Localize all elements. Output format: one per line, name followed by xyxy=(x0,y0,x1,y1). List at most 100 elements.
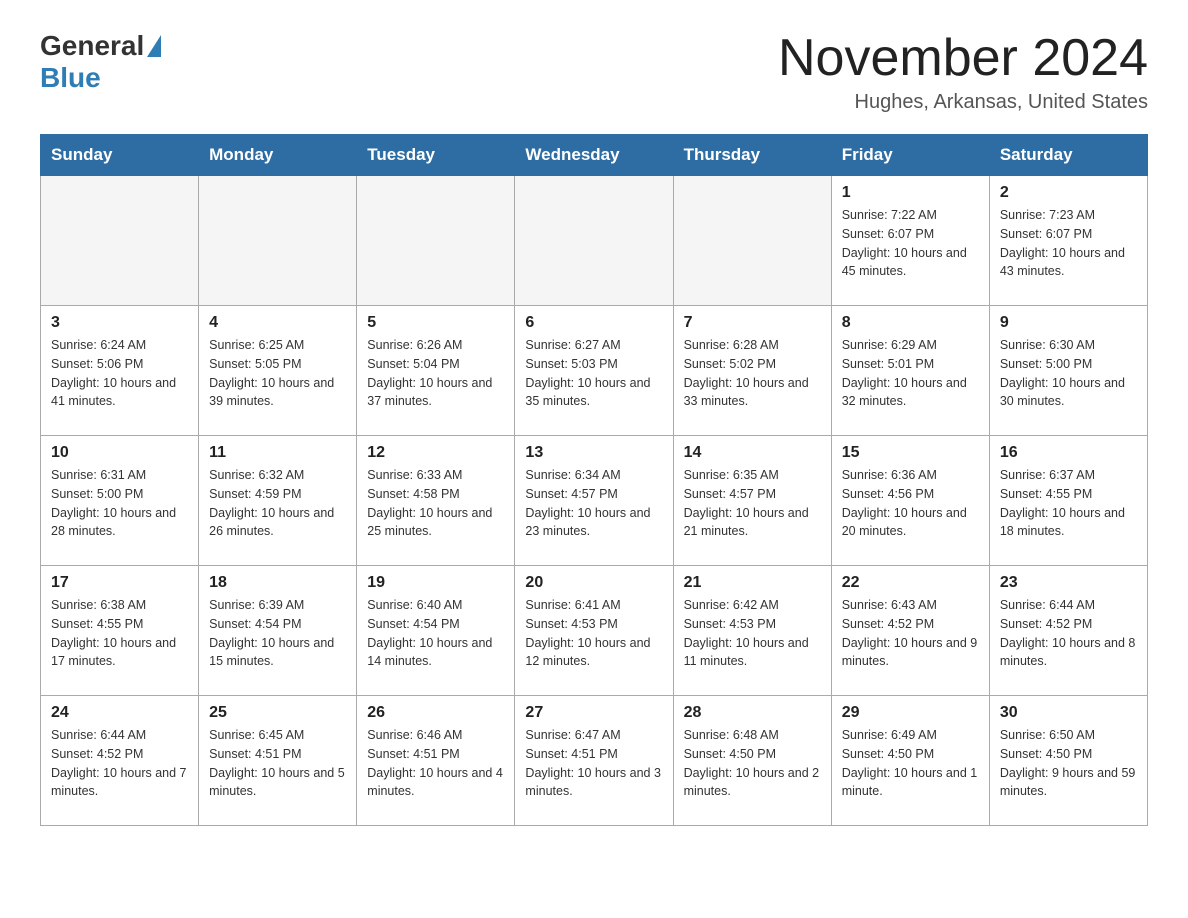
weekday-header-saturday: Saturday xyxy=(989,135,1147,176)
calendar-cell: 29 Sunrise: 6:49 AM Sunset: 4:50 PM Dayli… xyxy=(831,696,989,826)
day-info: Sunrise: 6:38 AM Sunset: 4:55 PM Dayligh… xyxy=(51,596,188,671)
calendar-cell xyxy=(357,176,515,306)
day-info: Sunrise: 6:42 AM Sunset: 4:53 PM Dayligh… xyxy=(684,596,821,671)
day-info: Sunrise: 6:29 AM Sunset: 5:01 PM Dayligh… xyxy=(842,336,979,411)
calendar-week-4: 17 Sunrise: 6:38 AM Sunset: 4:55 PM Dayli… xyxy=(41,566,1148,696)
calendar-cell xyxy=(673,176,831,306)
day-info: Sunrise: 6:35 AM Sunset: 4:57 PM Dayligh… xyxy=(684,466,821,541)
day-info: Sunrise: 7:22 AM Sunset: 6:07 PM Dayligh… xyxy=(842,206,979,281)
day-info: Sunrise: 6:36 AM Sunset: 4:56 PM Dayligh… xyxy=(842,466,979,541)
day-number: 27 xyxy=(525,704,662,722)
day-info: Sunrise: 6:34 AM Sunset: 4:57 PM Dayligh… xyxy=(525,466,662,541)
calendar-title: November 2024 xyxy=(778,30,1148,87)
calendar-cell: 7 Sunrise: 6:28 AM Sunset: 5:02 PM Daylig… xyxy=(673,306,831,436)
title-section: November 2024 Hughes, Arkansas, United S… xyxy=(778,30,1148,114)
day-number: 17 xyxy=(51,574,188,592)
day-number: 24 xyxy=(51,704,188,722)
calendar-cell: 1 Sunrise: 7:22 AM Sunset: 6:07 PM Daylig… xyxy=(831,176,989,306)
day-number: 26 xyxy=(367,704,504,722)
calendar-cell xyxy=(199,176,357,306)
day-number: 1 xyxy=(842,184,979,202)
day-number: 15 xyxy=(842,444,979,462)
calendar-cell: 15 Sunrise: 6:36 AM Sunset: 4:56 PM Dayli… xyxy=(831,436,989,566)
day-number: 11 xyxy=(209,444,346,462)
weekday-header-wednesday: Wednesday xyxy=(515,135,673,176)
day-info: Sunrise: 6:26 AM Sunset: 5:04 PM Dayligh… xyxy=(367,336,504,411)
day-number: 23 xyxy=(1000,574,1137,592)
day-number: 6 xyxy=(525,314,662,332)
day-number: 9 xyxy=(1000,314,1137,332)
weekday-header-thursday: Thursday xyxy=(673,135,831,176)
day-info: Sunrise: 6:48 AM Sunset: 4:50 PM Dayligh… xyxy=(684,726,821,801)
calendar-cell: 2Sunrise: 7:23 AM Sunset: 6:07 PM Daylig… xyxy=(989,176,1147,306)
calendar-cell: 6 Sunrise: 6:27 AM Sunset: 5:03 PM Daylig… xyxy=(515,306,673,436)
day-number: 19 xyxy=(367,574,504,592)
day-info: Sunrise: 6:32 AM Sunset: 4:59 PM Dayligh… xyxy=(209,466,346,541)
calendar-cell: 16 Sunrise: 6:37 AM Sunset: 4:55 PM Dayli… xyxy=(989,436,1147,566)
day-number: 5 xyxy=(367,314,504,332)
calendar-cell: 20 Sunrise: 6:41 AM Sunset: 4:53 PM Dayli… xyxy=(515,566,673,696)
calendar-cell: 25Sunrise: 6:45 AM Sunset: 4:51 PM Dayli… xyxy=(199,696,357,826)
calendar-cell: 8 Sunrise: 6:29 AM Sunset: 5:01 PM Daylig… xyxy=(831,306,989,436)
day-number: 16 xyxy=(1000,444,1137,462)
weekday-header-tuesday: Tuesday xyxy=(357,135,515,176)
day-info: Sunrise: 6:28 AM Sunset: 5:02 PM Dayligh… xyxy=(684,336,821,411)
day-number: 29 xyxy=(842,704,979,722)
day-info: Sunrise: 6:47 AM Sunset: 4:51 PM Dayligh… xyxy=(525,726,662,801)
calendar-body: 1 Sunrise: 7:22 AM Sunset: 6:07 PM Daylig… xyxy=(41,176,1148,826)
day-number: 12 xyxy=(367,444,504,462)
day-info: Sunrise: 6:41 AM Sunset: 4:53 PM Dayligh… xyxy=(525,596,662,671)
day-info: Sunrise: 6:25 AM Sunset: 5:05 PM Dayligh… xyxy=(209,336,346,411)
calendar-cell: 17 Sunrise: 6:38 AM Sunset: 4:55 PM Dayli… xyxy=(41,566,199,696)
calendar-header: SundayMondayTuesdayWednesdayThursdayFrid… xyxy=(41,135,1148,176)
calendar-cell: 24 Sunrise: 6:44 AM Sunset: 4:52 PM Dayli… xyxy=(41,696,199,826)
calendar-cell: 11 Sunrise: 6:32 AM Sunset: 4:59 PM Dayli… xyxy=(199,436,357,566)
day-info: Sunrise: 6:40 AM Sunset: 4:54 PM Dayligh… xyxy=(367,596,504,671)
calendar-cell: 18Sunrise: 6:39 AM Sunset: 4:54 PM Dayli… xyxy=(199,566,357,696)
day-number: 30 xyxy=(1000,704,1137,722)
day-info: Sunrise: 6:24 AM Sunset: 5:06 PM Dayligh… xyxy=(51,336,188,411)
calendar-week-3: 10 Sunrise: 6:31 AM Sunset: 5:00 PM Dayli… xyxy=(41,436,1148,566)
calendar-cell: 23 Sunrise: 6:44 AM Sunset: 4:52 PM Dayli… xyxy=(989,566,1147,696)
calendar-cell: 5 Sunrise: 6:26 AM Sunset: 5:04 PM Daylig… xyxy=(357,306,515,436)
day-info: Sunrise: 6:44 AM Sunset: 4:52 PM Dayligh… xyxy=(1000,596,1137,671)
day-number: 21 xyxy=(684,574,821,592)
weekday-header-monday: Monday xyxy=(199,135,357,176)
calendar-cell: 9Sunrise: 6:30 AM Sunset: 5:00 PM Daylig… xyxy=(989,306,1147,436)
calendar-subtitle: Hughes, Arkansas, United States xyxy=(778,91,1148,114)
calendar-cell: 21 Sunrise: 6:42 AM Sunset: 4:53 PM Dayli… xyxy=(673,566,831,696)
day-number: 20 xyxy=(525,574,662,592)
day-info: Sunrise: 6:37 AM Sunset: 4:55 PM Dayligh… xyxy=(1000,466,1137,541)
logo-triangle-icon xyxy=(147,35,161,57)
day-number: 8 xyxy=(842,314,979,332)
calendar-cell: 3 Sunrise: 6:24 AM Sunset: 5:06 PM Daylig… xyxy=(41,306,199,436)
calendar-week-2: 3 Sunrise: 6:24 AM Sunset: 5:06 PM Daylig… xyxy=(41,306,1148,436)
day-info: Sunrise: 6:43 AM Sunset: 4:52 PM Dayligh… xyxy=(842,596,979,671)
logo-blue-text: Blue xyxy=(40,62,101,93)
day-info: Sunrise: 6:49 AM Sunset: 4:50 PM Dayligh… xyxy=(842,726,979,801)
logo: General Blue xyxy=(40,30,163,94)
calendar-cell: 22 Sunrise: 6:43 AM Sunset: 4:52 PM Dayli… xyxy=(831,566,989,696)
day-number: 13 xyxy=(525,444,662,462)
day-info: Sunrise: 6:39 AM Sunset: 4:54 PM Dayligh… xyxy=(209,596,346,671)
calendar-cell: 4 Sunrise: 6:25 AM Sunset: 5:05 PM Daylig… xyxy=(199,306,357,436)
logo-general-text: General xyxy=(40,30,144,62)
calendar-week-1: 1 Sunrise: 7:22 AM Sunset: 6:07 PM Daylig… xyxy=(41,176,1148,306)
calendar-cell: 28 Sunrise: 6:48 AM Sunset: 4:50 PM Dayli… xyxy=(673,696,831,826)
day-info: Sunrise: 6:31 AM Sunset: 5:00 PM Dayligh… xyxy=(51,466,188,541)
day-info: Sunrise: 6:27 AM Sunset: 5:03 PM Dayligh… xyxy=(525,336,662,411)
day-info: Sunrise: 6:44 AM Sunset: 4:52 PM Dayligh… xyxy=(51,726,188,801)
calendar-table: SundayMondayTuesdayWednesdayThursdayFrid… xyxy=(40,134,1148,826)
day-number: 10 xyxy=(51,444,188,462)
day-number: 22 xyxy=(842,574,979,592)
calendar-cell: 14Sunrise: 6:35 AM Sunset: 4:57 PM Dayli… xyxy=(673,436,831,566)
weekday-header-row: SundayMondayTuesdayWednesdayThursdayFrid… xyxy=(41,135,1148,176)
calendar-cell: 19 Sunrise: 6:40 AM Sunset: 4:54 PM Dayli… xyxy=(357,566,515,696)
day-number: 28 xyxy=(684,704,821,722)
day-number: 2 xyxy=(1000,184,1137,202)
page-header: General Blue November 2024 Hughes, Arkan… xyxy=(40,30,1148,114)
day-number: 7 xyxy=(684,314,821,332)
day-number: 4 xyxy=(209,314,346,332)
day-number: 3 xyxy=(51,314,188,332)
weekday-header-friday: Friday xyxy=(831,135,989,176)
